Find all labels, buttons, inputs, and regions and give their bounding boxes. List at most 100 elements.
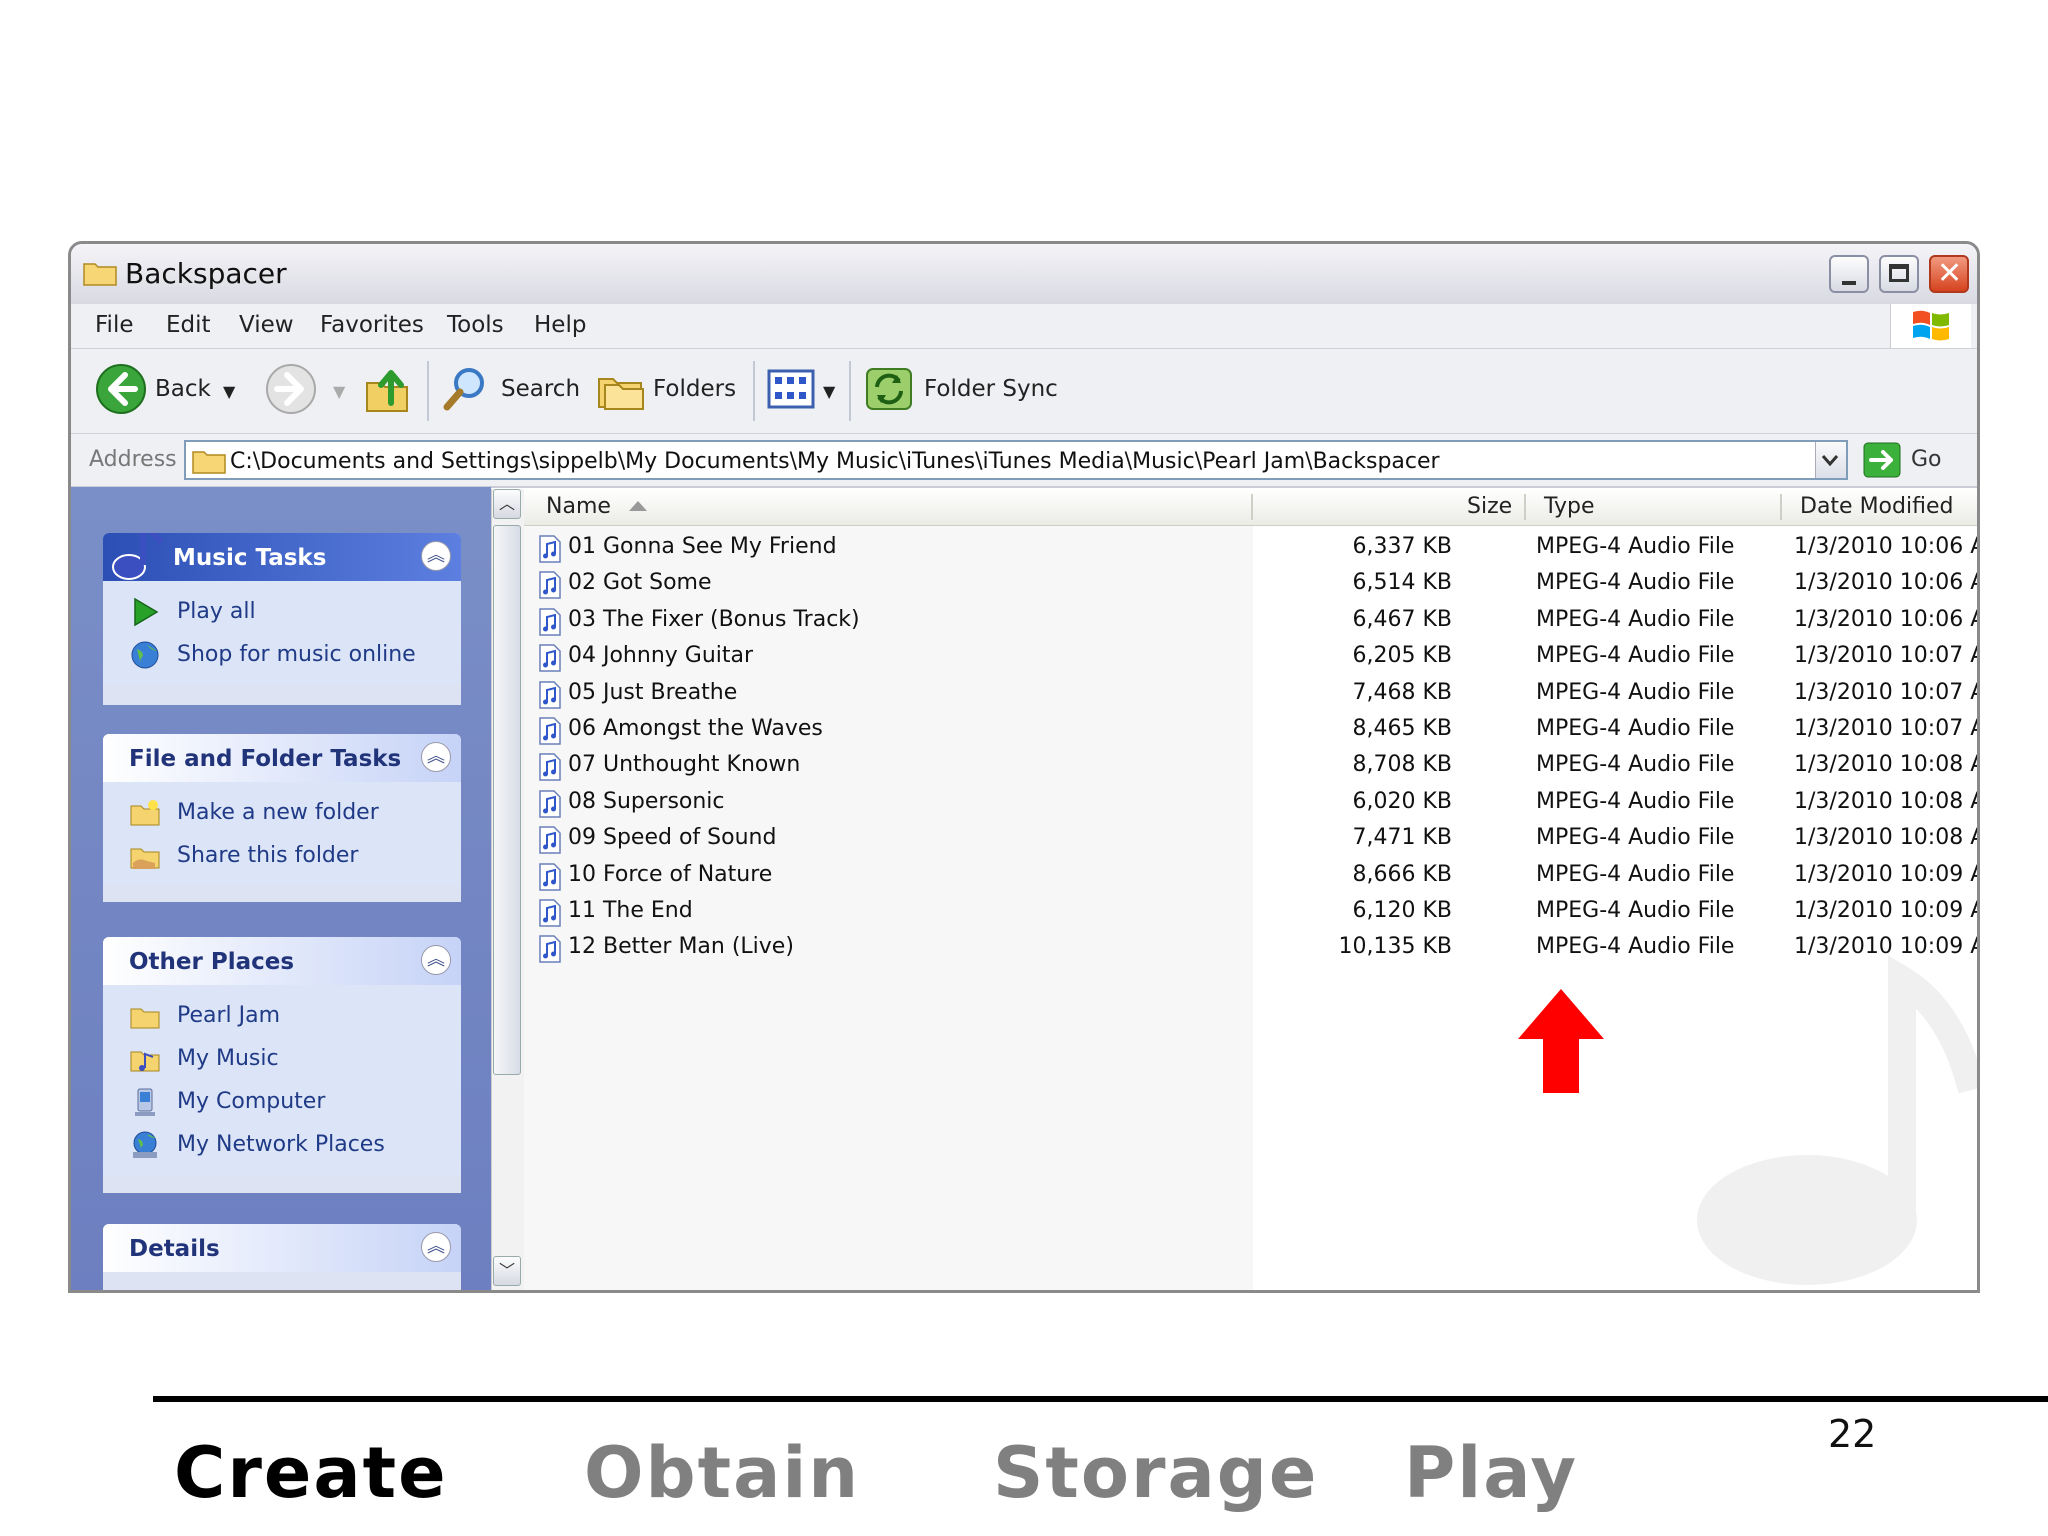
back-dropdown-icon[interactable]: ▼ — [223, 382, 235, 401]
place-label: My Music — [177, 1046, 279, 1071]
folder-sync-icon[interactable] — [863, 363, 915, 415]
column-separator[interactable] — [1524, 494, 1526, 520]
file-row[interactable]: 01 Gonna See My Friend 6,337 KB MPEG-4 Aud… — [524, 531, 1977, 567]
task-pane-scrollbar[interactable]: ︿ ﹀ — [491, 489, 524, 1290]
scroll-down-button[interactable]: ﹀ — [493, 1256, 521, 1286]
file-folder-tasks-body: Make a new folder Share this folder — [103, 782, 461, 886]
audio-file-icon — [539, 753, 561, 782]
file-type: MPEG-4 Audio File — [1536, 679, 1735, 705]
scroll-thumb[interactable] — [493, 525, 521, 1075]
file-date-modified: 1/3/2010 10:08 AM — [1794, 788, 1977, 814]
task-label: Make a new folder — [177, 800, 379, 825]
file-row[interactable]: 07 Unthought Known 8,708 KB MPEG-4 Audio F… — [524, 749, 1977, 785]
audio-file-icon — [539, 935, 561, 964]
file-row[interactable]: 05 Just Breathe 7,468 KB MPEG-4 Audio File… — [524, 677, 1977, 713]
forward-dropdown-icon[interactable]: ▼ — [333, 382, 345, 401]
window-title: Backspacer — [125, 257, 287, 290]
folder-sync-button[interactable]: Folder Sync — [924, 376, 1058, 402]
audio-file-icon — [539, 899, 561, 927]
file-row[interactable]: 02 Got Some 6,514 KB MPEG-4 Audio File 1/3/… — [524, 567, 1977, 603]
column-separator[interactable] — [1780, 494, 1782, 520]
column-size[interactable]: Size — [1467, 494, 1512, 519]
file-name: 07 Unthought Known — [568, 752, 801, 778]
file-row[interactable]: 08 Supersonic 6,020 KB MPEG-4 Audio File 1/… — [524, 786, 1977, 822]
collapse-icon[interactable]: ︽ — [421, 742, 451, 772]
title-bar[interactable]: Backspacer ✕ — [71, 244, 1977, 305]
folders-icon[interactable] — [595, 363, 647, 415]
back-button[interactable]: Back — [155, 376, 211, 402]
close-icon: ✕ — [1937, 256, 1963, 291]
task-shop-music-online[interactable]: Shop for music online — [103, 634, 461, 677]
details-title: Details — [129, 1236, 220, 1262]
audio-file-icon — [539, 535, 561, 563]
other-places-body: Pearl Jam My Music My Computer My Networ… — [103, 985, 461, 1175]
menu-help[interactable]: Help — [534, 312, 586, 338]
file-size: 6,514 KB — [1352, 570, 1453, 596]
address-input[interactable]: C:\Documents and Settings\sippelb\My Doc… — [184, 440, 1848, 480]
menu-file[interactable]: File — [95, 312, 134, 338]
file-row[interactable]: 04 Johnny Guitar 6,205 KB MPEG-4 Audio Fil… — [524, 640, 1977, 676]
file-row[interactable]: 09 Speed of Sound 7,471 KB MPEG-4 Audio Fi… — [524, 822, 1977, 858]
menu-edit[interactable]: Edit — [166, 312, 211, 338]
maximize-button[interactable] — [1879, 255, 1919, 293]
menu-view[interactable]: View — [239, 312, 294, 338]
search-button[interactable]: Search — [501, 376, 580, 402]
column-name[interactable]: Name — [546, 494, 611, 519]
file-row[interactable]: 06 Amongst the Waves 8,465 KB MPEG-4 Audio… — [524, 713, 1977, 749]
file-list: Name Size Type Date Modified 01 Gonna Se… — [524, 489, 1977, 1290]
close-button[interactable]: ✕ — [1929, 255, 1969, 293]
task-make-new-folder[interactable]: Make a new folder — [103, 792, 461, 835]
audio-file-icon — [539, 608, 561, 636]
file-type: MPEG-4 Audio File — [1536, 606, 1735, 632]
column-type[interactable]: Type — [1544, 494, 1595, 519]
file-row[interactable]: 03 The Fixer (Bonus Track) 6,467 KB MPEG-4… — [524, 604, 1977, 640]
task-share-folder[interactable]: Share this folder — [103, 835, 461, 878]
folders-button[interactable]: Folders — [653, 376, 736, 402]
other-places-header[interactable]: Other Places ︽ — [103, 937, 461, 985]
audio-file-icon — [539, 680, 561, 709]
folder-icon — [192, 451, 226, 474]
place-pearl-jam[interactable]: Pearl Jam — [103, 995, 461, 1038]
file-folder-tasks-header[interactable]: File and Folder Tasks ︽ — [103, 734, 461, 782]
file-row[interactable]: 12 Better Man (Live) 10,135 KB MPEG-4 Audi… — [524, 931, 1977, 967]
place-my-computer[interactable]: My Computer — [103, 1081, 461, 1124]
file-name: 11 The End — [568, 897, 693, 923]
address-dropdown-button[interactable] — [1815, 442, 1846, 478]
music-tasks-header[interactable]: Music Tasks ︽ — [103, 533, 461, 581]
file-row[interactable]: 11 The End 6,120 KB MPEG-4 Audio File 1/3/2… — [524, 895, 1977, 931]
go-icon[interactable] — [1863, 442, 1901, 478]
views-icon[interactable] — [765, 363, 817, 415]
up-icon[interactable] — [361, 363, 413, 415]
folder-icon — [83, 263, 117, 286]
collapse-icon[interactable]: ︽ — [421, 541, 451, 571]
scroll-up-button[interactable]: ︿ — [493, 489, 521, 519]
task-label: Shop for music online — [177, 642, 416, 667]
menu-tools[interactable]: Tools — [447, 312, 504, 338]
forward-icon[interactable] — [265, 363, 317, 415]
footer-word-play: Play — [1404, 1432, 1579, 1514]
views-dropdown-icon[interactable]: ▼ — [823, 382, 835, 401]
column-separator[interactable] — [1251, 494, 1253, 520]
collapse-icon[interactable]: ︽ — [421, 945, 451, 975]
file-size: 6,337 KB — [1352, 534, 1453, 559]
search-icon[interactable] — [439, 363, 491, 415]
back-icon[interactable] — [95, 363, 147, 415]
details-header[interactable]: Details ︽ — [103, 1224, 461, 1272]
task-label: Share this folder — [177, 843, 359, 868]
menu-bar: File Edit View Favorites Tools Help — [71, 304, 1977, 349]
file-row[interactable]: 10 Force of Nature 8,666 KB MPEG-4 Audio F… — [524, 859, 1977, 895]
minimize-button[interactable] — [1829, 255, 1869, 293]
file-date-modified: 1/3/2010 10:07 AM — [1794, 679, 1977, 705]
task-play-all[interactable]: Play all — [103, 591, 461, 634]
place-my-network-places[interactable]: My Network Places — [103, 1124, 461, 1167]
footer-rule — [153, 1396, 2048, 1402]
collapse-icon[interactable]: ︽ — [421, 1232, 451, 1262]
column-date-modified[interactable]: Date Modified — [1800, 494, 1953, 519]
file-type: MPEG-4 Audio File — [1536, 934, 1735, 960]
file-size: 7,468 KB — [1352, 679, 1453, 705]
menu-favorites[interactable]: Favorites — [320, 312, 424, 338]
file-name: 01 Gonna See My Friend — [568, 534, 837, 559]
place-my-music[interactable]: My Music — [103, 1038, 461, 1081]
toolbar-separator — [427, 361, 429, 421]
go-button[interactable]: Go — [1911, 447, 1942, 472]
